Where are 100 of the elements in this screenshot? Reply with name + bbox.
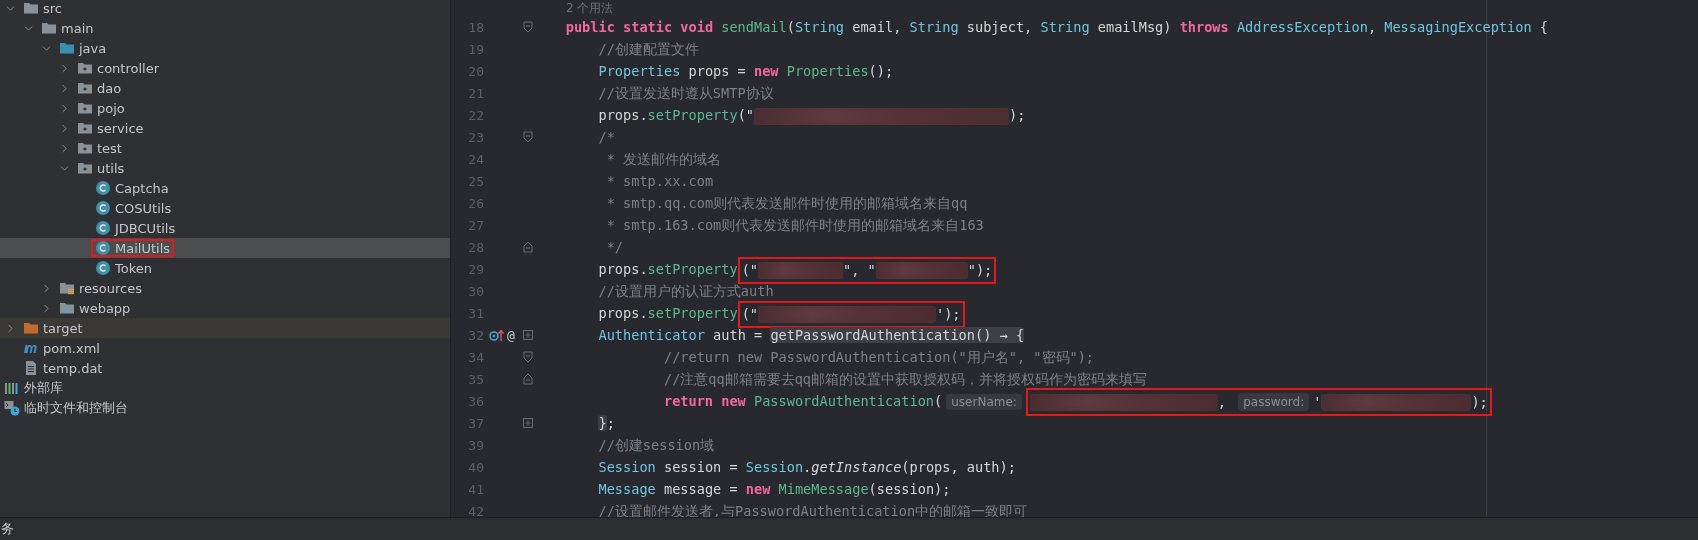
annotation-marker[interactable]: @ bbox=[507, 327, 515, 343]
package-icon bbox=[77, 80, 93, 96]
item-label: COSUtils bbox=[115, 200, 172, 216]
fold-icon[interactable] bbox=[522, 131, 533, 143]
tree-item[interactable]: 临时文件和控制台 bbox=[0, 398, 450, 418]
code-line: Properties props = new Properties(); bbox=[598, 63, 894, 79]
class-icon bbox=[95, 240, 111, 256]
tree-item[interactable]: webapp bbox=[0, 298, 450, 318]
code-text: return new bbox=[663, 393, 747, 409]
tree-item[interactable]: COSUtils bbox=[0, 198, 450, 218]
code-line: * smtp.xx.com bbox=[606, 173, 714, 189]
item-label: MailUtils bbox=[115, 240, 170, 256]
code-line: Message message = new MimeMessage(session); bbox=[598, 481, 951, 497]
fold-icon[interactable] bbox=[522, 21, 533, 33]
line-number: 31 bbox=[467, 305, 484, 321]
code-text: ( bbox=[934, 393, 943, 409]
library-icon bbox=[4, 380, 20, 396]
tree-item[interactable]: Token bbox=[0, 258, 450, 278]
code-text: props. bbox=[598, 107, 648, 123]
item-label: controller bbox=[97, 60, 160, 76]
line-number: 39 bbox=[467, 437, 484, 453]
folder-icon bbox=[23, 0, 39, 16]
code-line: //注意qq邮箱需要去qq邮箱的设置中获取授权码，并将授权码作为密码来填写 bbox=[663, 371, 1148, 387]
expand-icon[interactable] bbox=[522, 418, 533, 428]
item-label: 外部库 bbox=[24, 379, 63, 397]
code-text: auth = bbox=[713, 327, 764, 343]
override-icon[interactable] bbox=[489, 328, 505, 342]
tree-item[interactable]: controller bbox=[0, 58, 450, 78]
package-icon bbox=[77, 60, 93, 76]
item-label: pom.xml bbox=[43, 340, 100, 356]
class-icon bbox=[95, 260, 111, 276]
folded-code[interactable]: getPasswordAuthentication() → { bbox=[770, 327, 1025, 343]
code-text: Authenticator bbox=[598, 327, 705, 343]
code-text: ; bbox=[606, 415, 615, 431]
code-line: //创建session域 bbox=[598, 437, 715, 453]
folded-code[interactable]: } bbox=[598, 415, 607, 431]
tree-item[interactable]: java bbox=[0, 38, 450, 58]
item-label: dao bbox=[97, 80, 122, 96]
code-text: (" bbox=[741, 306, 758, 322]
parameter-hint: password: bbox=[1238, 393, 1310, 411]
fold-icon[interactable] bbox=[522, 373, 533, 385]
tree-item[interactable]: JDBCUtils bbox=[0, 218, 450, 238]
code-text: ); bbox=[1471, 394, 1488, 410]
line-number: 19 bbox=[467, 41, 484, 57]
tree-item[interactable]: MailUtils bbox=[0, 238, 450, 258]
item-label: service bbox=[97, 120, 144, 136]
tree-item[interactable]: pom.xml bbox=[0, 338, 450, 358]
folder-icon bbox=[59, 40, 75, 56]
item-label: src bbox=[43, 0, 62, 16]
line-number: 34 bbox=[467, 349, 484, 365]
code-text: setProperty bbox=[647, 107, 738, 123]
folder-icon bbox=[59, 300, 75, 316]
code-line: //设置发送时遵从SMTP协议 bbox=[598, 85, 774, 101]
code-text: "); bbox=[967, 262, 993, 278]
item-label: resources bbox=[79, 280, 142, 296]
tree-item[interactable]: pojo bbox=[0, 98, 450, 118]
tree-item[interactable]: src bbox=[0, 0, 450, 18]
class-icon bbox=[95, 180, 111, 196]
item-label: temp.dat bbox=[43, 360, 103, 376]
tree-item[interactable]: service bbox=[0, 118, 450, 138]
tree-item[interactable]: main bbox=[0, 18, 450, 38]
folder-icon bbox=[41, 20, 57, 36]
code-text: (" bbox=[741, 262, 758, 278]
code-line: //return new PasswordAuthentication("用户名", "密码"); bbox=[663, 349, 1095, 365]
line-number: 40 bbox=[467, 459, 484, 475]
tree-item[interactable]: utils bbox=[0, 158, 450, 178]
tree-item[interactable]: resources bbox=[0, 278, 450, 298]
code-text: , bbox=[1217, 394, 1228, 410]
code-text: PasswordAuthentication bbox=[754, 393, 935, 409]
fold-icon[interactable] bbox=[522, 351, 533, 363]
tree-item[interactable]: target bbox=[0, 318, 450, 338]
package-icon bbox=[77, 140, 93, 156]
package-icon bbox=[77, 120, 93, 136]
item-label: webapp bbox=[79, 300, 131, 316]
line-number: 23 bbox=[467, 129, 484, 145]
code-text: setProperty bbox=[647, 261, 738, 277]
item-label: Token bbox=[115, 260, 152, 276]
tree-item[interactable]: Captcha bbox=[0, 178, 450, 198]
item-label: main bbox=[61, 20, 94, 36]
item-label: JDBCUtils bbox=[115, 220, 176, 236]
class-icon bbox=[95, 220, 111, 236]
code-line: * smtp.163.com则代表发送邮件时使用的邮箱域名来自163 bbox=[606, 217, 984, 233]
tree-item[interactable]: dao bbox=[0, 78, 450, 98]
item-label: utils bbox=[97, 160, 125, 176]
line-number: 35 bbox=[467, 371, 484, 387]
tree-item[interactable]: test bbox=[0, 138, 450, 158]
line-number: 28 bbox=[467, 239, 484, 255]
code-line: //设置邮件发送者,与PasswordAuthentication中的邮箱一致即可 bbox=[598, 503, 1028, 517]
tree-item[interactable]: temp.dat bbox=[0, 358, 450, 378]
code-text: ); bbox=[1009, 107, 1026, 123]
line-number: 41 bbox=[467, 481, 484, 497]
expand-icon[interactable] bbox=[522, 330, 533, 340]
fold-icon[interactable] bbox=[522, 241, 533, 253]
item-label: test bbox=[97, 140, 122, 156]
code-line: * smtp.qq.com则代表发送邮件时使用的邮箱域名来自qq bbox=[606, 195, 968, 211]
code-line: //设置用户的认证方式auth bbox=[598, 283, 774, 299]
tree-item[interactable]: 外部库 bbox=[0, 378, 450, 398]
line-number: 20 bbox=[467, 63, 484, 79]
parameter-hint: userName: bbox=[946, 394, 1022, 410]
code-text: setProperty bbox=[647, 305, 738, 321]
